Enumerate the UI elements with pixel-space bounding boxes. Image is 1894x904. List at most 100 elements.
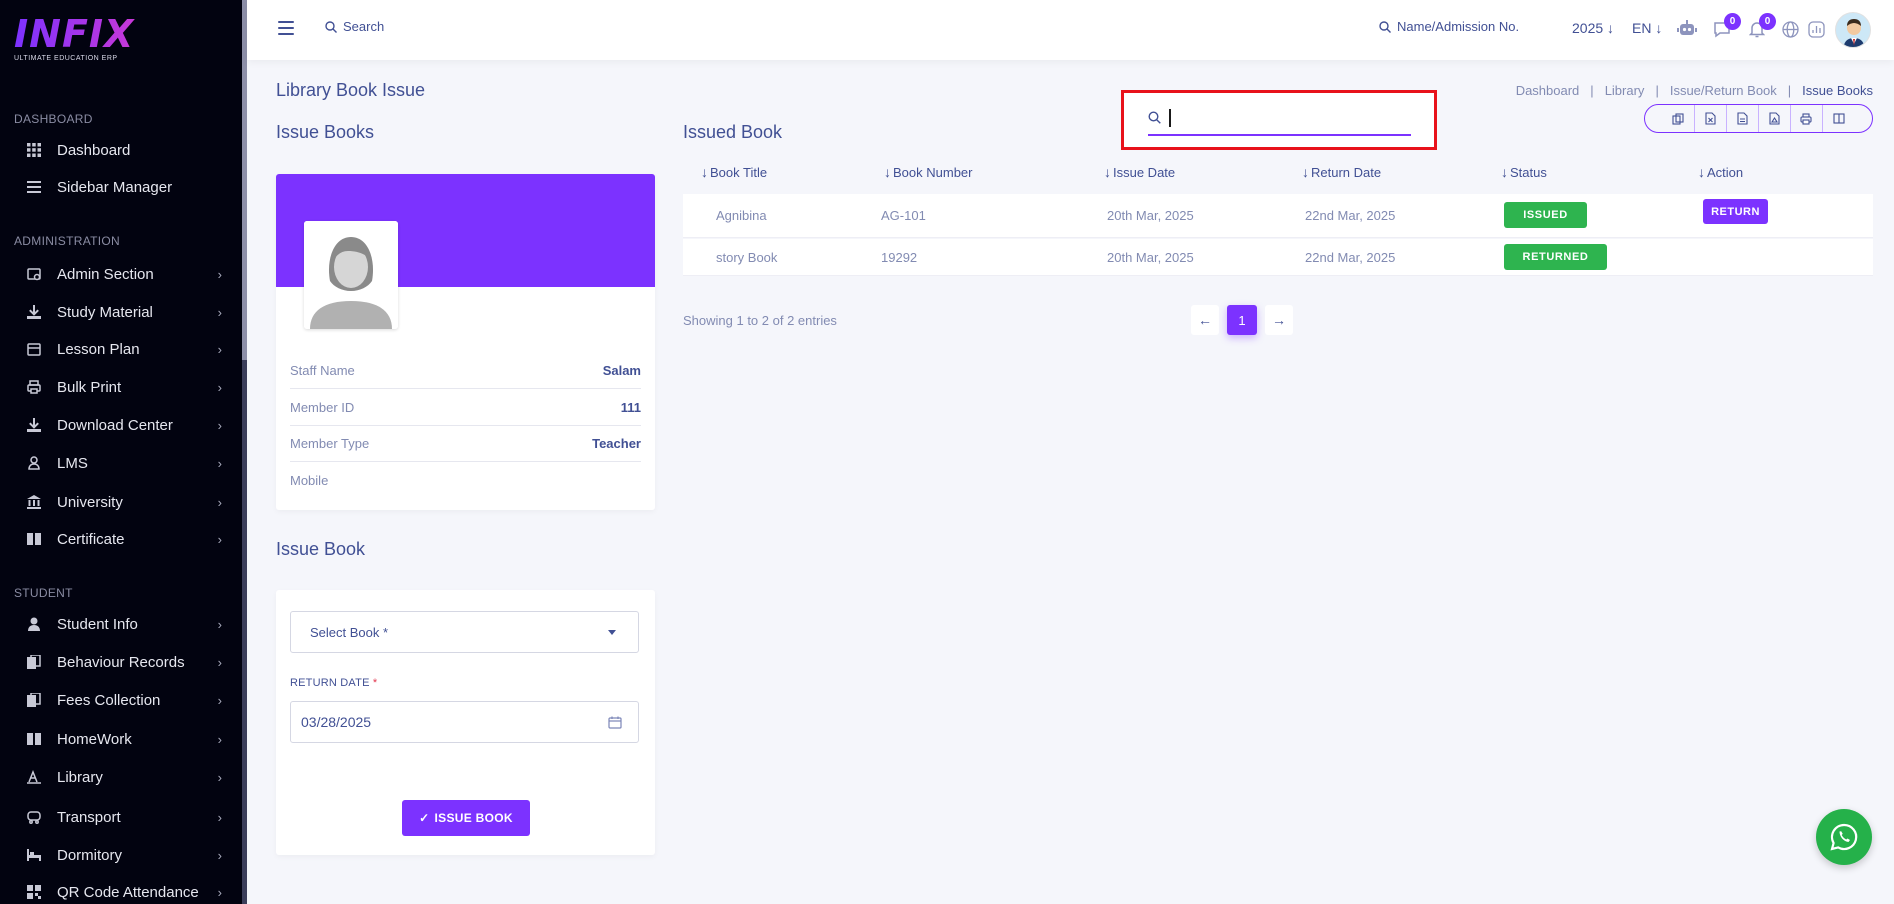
chevron-right-icon: › [217,769,222,785]
sidebar-item-label: QR Code Attendance [57,883,199,901]
excel-icon [1704,112,1716,125]
sidebar-item-certificate[interactable]: Certificate › [0,521,242,557]
column-header-book-number[interactable]: ↓ Book Number [884,164,972,180]
sidebar-item-study-material[interactable]: Study Material › [0,294,242,330]
cell-return-date: 22nd Mar, 2025 [1305,208,1396,223]
library-icon [26,769,42,785]
sort-arrow-icon: ↓ [1104,164,1111,180]
whatsapp-button[interactable] [1816,809,1872,865]
table-row: Agnibina AG-101 20th Mar, 2025 22nd Mar,… [683,194,1873,238]
return-date-input[interactable]: 03/28/2025 [290,701,639,743]
table-info: Showing 1 to 2 of 2 entries [683,313,837,328]
breadcrumb-library[interactable]: Library [1605,83,1645,98]
info-key: Staff Name [290,362,355,378]
chat-icon[interactable]: 0 [1711,13,1741,40]
sidebar-item-sidebar-manager[interactable]: Sidebar Manager [0,169,242,205]
sidebar-item-label: Admin Section [57,265,154,283]
column-header-status[interactable]: ↓ Status [1501,164,1547,180]
admission-search[interactable]: Name/Admission No. [1379,19,1519,34]
info-value: Teacher [592,435,641,451]
sidebar-item-homework[interactable]: HomeWork › [0,721,242,757]
columns-button[interactable] [1823,105,1855,132]
language-selector[interactable]: EN ↓ [1632,20,1662,36]
user-avatar[interactable] [1835,12,1871,48]
book-icon [26,531,42,547]
caret-down-icon [608,629,616,635]
issue-book-button[interactable]: ✓ ISSUE BOOK [402,800,530,836]
qr-icon [26,884,42,900]
breadcrumb-issue-books[interactable]: Issue Books [1802,83,1873,98]
sidebar-item-download-center[interactable]: Download Center › [0,407,242,443]
top-search-label: Search [343,19,385,34]
sidebar-item-admin-section[interactable]: Admin Section › [0,256,242,292]
breadcrumb-dashboard[interactable]: Dashboard [1516,83,1580,98]
page-title: Library Book Issue [276,80,426,100]
pdf-button[interactable] [1759,105,1791,132]
sidebar-item-student-info[interactable]: Student Info › [0,606,242,642]
print-button[interactable] [1791,105,1823,132]
cell-issue-date: 20th Mar, 2025 [1107,250,1194,265]
sidebar-scrollbar[interactable] [242,0,247,904]
year-selector[interactable]: 2025 ↓ [1572,20,1614,36]
column-header-issue-date[interactable]: ↓ Issue Date [1104,164,1175,180]
calendar-icon[interactable] [608,716,622,729]
return-date-label-text: RETURN DATE [290,677,370,689]
section-title-administration: ADMINISTRATION [14,234,120,248]
breadcrumb-issue-return-book[interactable]: Issue/Return Book [1670,83,1777,98]
cell-book-number: 19292 [881,250,918,265]
app-logo[interactable]: INFIX ULTIMATE EDUCATION ERP [14,14,214,70]
sidebar-item-behaviour-records[interactable]: Behaviour Records › [0,644,242,680]
admission-search-label: Name/Admission No. [1397,19,1520,34]
year-value: 2025 [1572,20,1604,36]
column-label: Book Title [710,164,768,180]
chevron-right-icon: › [217,692,222,708]
download-icon [26,417,42,433]
check-icon: ✓ [419,811,430,825]
select-book-dropdown[interactable]: Select Book * [290,611,639,653]
bell-icon[interactable]: 0 [1746,13,1776,40]
next-page-button[interactable]: → [1265,305,1293,335]
chevron-right-icon: › [217,654,222,670]
sidebar: INFIX ULTIMATE EDUCATION ERP DASHBOARD D… [0,0,247,904]
sidebar-item-fees-collection[interactable]: Fees Collection › [0,682,242,718]
sidebar-item-qr-code-attendance[interactable]: QR Code Attendance › [0,874,242,904]
hamburger-menu-icon[interactable] [278,21,294,35]
sidebar-item-university[interactable]: University › [0,484,242,520]
column-label: Return Date [1311,164,1382,180]
return-date-value: 03/28/2025 [301,714,372,730]
chevron-right-icon: › [217,616,222,632]
csv-button[interactable] [1727,105,1759,132]
table-search-input[interactable] [1148,101,1411,136]
sidebar-item-library[interactable]: Library › [0,759,242,795]
sidebar-item-dormitory[interactable]: Dormitory › [0,837,242,873]
section-title-dashboard: DASHBOARD [14,112,93,126]
sidebar-item-lms[interactable]: LMS › [0,445,242,481]
sidebar-item-bulk-print[interactable]: Bulk Print › [0,369,242,405]
analytics-icon[interactable] [1805,18,1827,40]
logo-subtitle: ULTIMATE EDUCATION ERP [14,55,118,62]
sidebar-item-lesson-plan[interactable]: Lesson Plan › [0,331,242,367]
column-header-action[interactable]: ↓ Action [1698,164,1743,180]
copy-button[interactable] [1663,105,1695,132]
column-header-return-date[interactable]: ↓ Return Date [1302,164,1381,180]
prev-page-button[interactable]: ← [1191,305,1219,335]
robot-icon[interactable] [1676,18,1698,40]
globe-icon[interactable] [1779,18,1801,40]
column-header-book-title[interactable]: ↓ Book Title [701,164,767,180]
sidebar-item-dashboard[interactable]: Dashboard [0,132,242,168]
fees-icon [26,692,42,708]
chevron-right-icon: › [217,731,222,747]
member-profile-card: Staff Name Salam Member ID 111 Member Ty… [276,174,655,510]
return-button[interactable]: RETURN [1703,199,1768,224]
page-number-button[interactable]: 1 [1227,305,1257,335]
top-bar: Search Name/Admission No. 2025 ↓ EN ↓ 0 … [247,0,1894,60]
sidebar-item-label: Lesson Plan [57,340,140,358]
sidebar-item-label: Study Material [57,303,153,321]
chevron-right-icon: › [217,494,222,510]
chat-badge: 0 [1724,13,1741,30]
excel-button[interactable] [1695,105,1727,132]
notification-badge: 0 [1759,13,1776,30]
sidebar-item-transport[interactable]: Transport › [0,799,242,835]
top-search[interactable]: Search [325,19,384,34]
sidebar-item-label: Student Info [57,615,138,633]
